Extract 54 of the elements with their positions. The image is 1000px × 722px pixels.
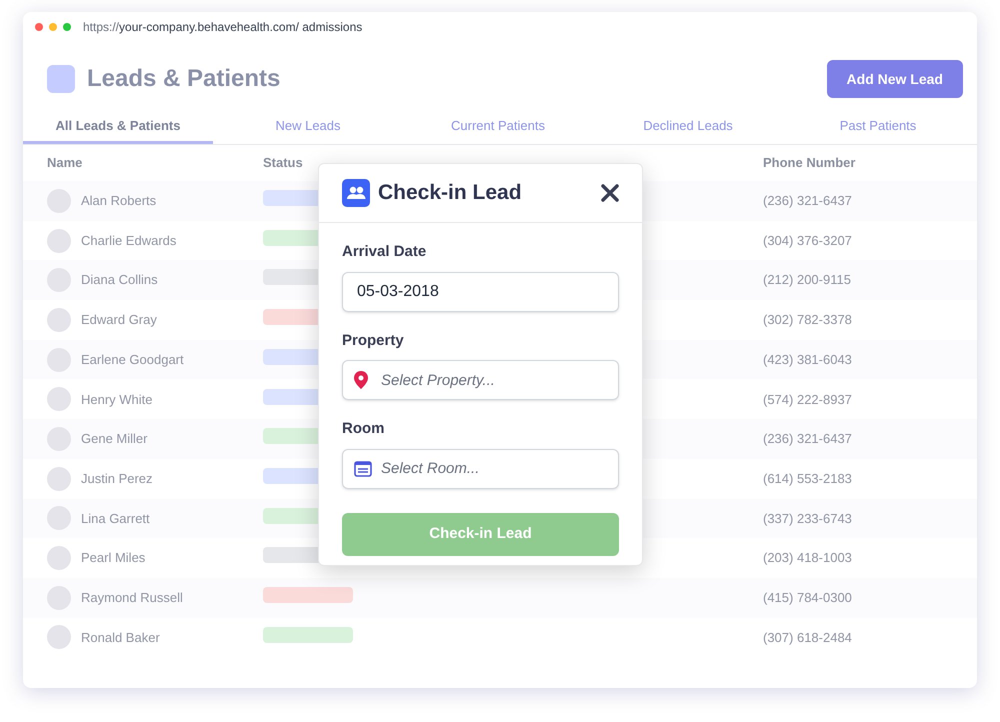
check-in-button[interactable]: Check-in Lead — [342, 512, 619, 556]
phone-number: (574) 222-8937 — [763, 390, 853, 409]
people-icon — [342, 179, 370, 207]
page-title: Leads & Patients — [87, 64, 280, 94]
tab[interactable]: New Leads — [213, 110, 403, 144]
field-label: Room — [342, 419, 386, 439]
column-header: Status — [263, 154, 304, 172]
room-select[interactable]: Select Room... — [342, 448, 619, 488]
add-lead-button[interactable]: Add New Lead — [826, 60, 963, 98]
phone-number: (337) 233-6743 — [763, 510, 853, 528]
phone-number: (236) 321-6437 — [763, 192, 853, 210]
tab[interactable]: Declined Leads — [593, 110, 783, 144]
dialog-title: Check-in Lead — [378, 180, 522, 206]
phone-number: (203) 418-1003 — [763, 549, 853, 568]
patient-name[interactable]: Charlie Edwards — [81, 230, 176, 250]
avatar-icon — [47, 308, 71, 332]
tab[interactable]: Current Patients — [403, 110, 593, 144]
avatar-icon — [47, 228, 71, 253]
patient-name[interactable]: Alan Roberts — [81, 191, 156, 211]
field-label: Property — [342, 330, 405, 350]
app-icon — [47, 65, 75, 93]
phone-number: (614) 553-2183 — [763, 470, 853, 488]
card-list-icon — [354, 460, 372, 476]
patient-name[interactable]: Justin Perez — [81, 468, 153, 488]
patient-name[interactable]: Pearl Miles — [81, 548, 146, 568]
property-select[interactable]: Select Property... — [342, 360, 619, 400]
location-pin-icon — [354, 371, 368, 389]
avatar-icon — [47, 625, 71, 650]
close-icon[interactable] — [601, 184, 619, 202]
patient-name[interactable]: Lina Garrett — [81, 508, 150, 528]
patient-name[interactable]: Gene Miller — [81, 429, 148, 449]
tab[interactable]: Past Patients — [783, 110, 973, 144]
phone-number: (423) 381-6043 — [763, 350, 853, 369]
phone-number: (302) 782-3378 — [763, 311, 853, 330]
patient-name[interactable]: Diana Collins — [81, 270, 158, 290]
field-label: Arrival Date — [342, 242, 428, 262]
patient-name[interactable]: Edward Gray — [81, 310, 157, 330]
phone-number: (212) 200-9115 — [763, 271, 852, 290]
url-address[interactable]: your-company.behavehealth.com/ admissions — [119, 18, 362, 36]
phone-number: (415) 784-0300 — [763, 588, 853, 607]
phone-number: (304) 376-3207 — [763, 232, 853, 250]
patient-name[interactable]: Raymond Russell — [81, 588, 183, 608]
url-scheme: https:// — [83, 19, 120, 36]
patient-name[interactable]: Ronald Baker — [81, 628, 160, 648]
avatar-icon — [47, 387, 71, 412]
patient-name[interactable]: Henry White — [81, 390, 153, 410]
arrival-date-field[interactable]: 05-03-2018 — [342, 272, 619, 312]
avatar-icon — [47, 546, 71, 570]
avatar-icon — [47, 466, 71, 491]
column-header: Name — [46, 154, 84, 172]
phone-number: (236) 321-6437 — [763, 430, 853, 448]
phone-number: (307) 618-2484 — [763, 628, 853, 647]
column-header: Phone Number — [763, 154, 856, 172]
patient-name[interactable]: Earlene Goodgart — [81, 350, 184, 370]
